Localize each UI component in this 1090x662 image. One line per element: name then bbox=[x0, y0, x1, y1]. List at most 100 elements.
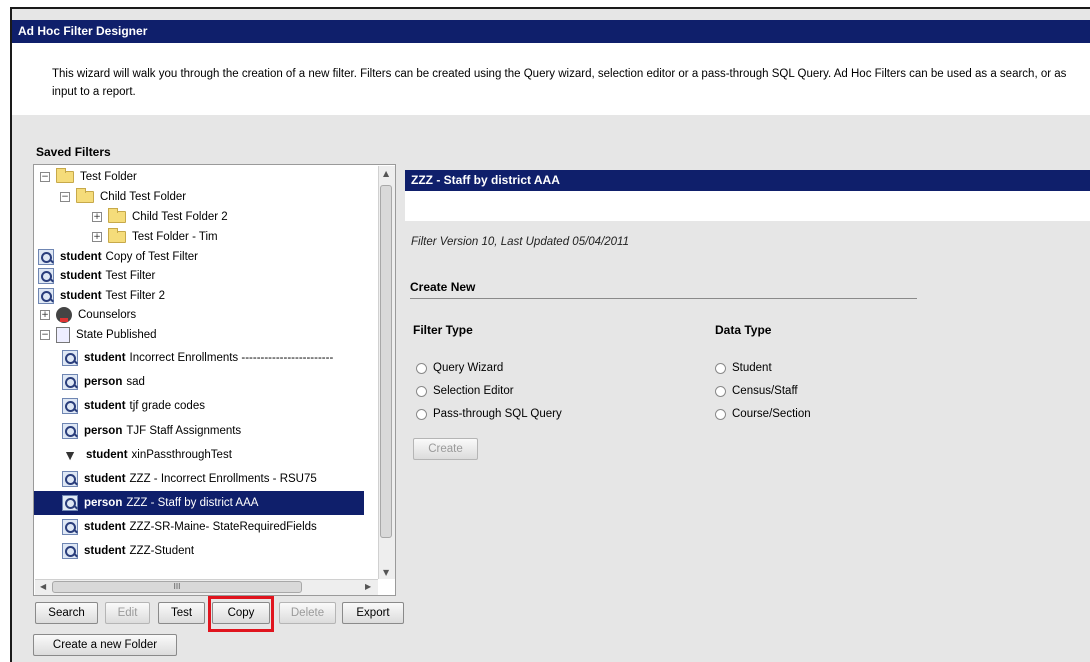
radio-button-icon[interactable] bbox=[715, 362, 726, 374]
tree-item-filter[interactable]: person sad bbox=[62, 373, 145, 391]
filter-type-prefix: student bbox=[60, 251, 102, 263]
radio-selection-editor[interactable]: Selection Editor bbox=[416, 385, 514, 397]
tree-item-filter[interactable]: student ZZZ - Incorrect Enrollments - RS… bbox=[62, 470, 317, 488]
edit-button[interactable]: Edit bbox=[105, 602, 150, 624]
app-frame: Ad Hoc Filter Designer This wizard will … bbox=[0, 0, 1090, 662]
search-button[interactable]: Search bbox=[35, 602, 98, 624]
tree-item-filter-selected[interactable]: person ZZZ - Staff by district AAA bbox=[34, 491, 364, 515]
tree-item-test-folder-tim[interactable]: + Test Folder - Tim bbox=[92, 228, 218, 246]
tree-item-label: Test Folder - Tim bbox=[132, 231, 218, 243]
tree-item-counselors[interactable]: + Counselors bbox=[40, 306, 136, 324]
tree-item-filter[interactable]: ▼ student xinPassthroughTest bbox=[62, 446, 232, 464]
filter-type-prefix: student bbox=[60, 290, 102, 302]
data-type-label: Data Type bbox=[715, 323, 772, 337]
query-filter-icon bbox=[62, 423, 78, 439]
create-button[interactable]: Create bbox=[413, 438, 478, 460]
export-button[interactable]: Export bbox=[342, 602, 404, 624]
tree-item-filter[interactable]: person TJF Staff Assignments bbox=[62, 422, 241, 440]
test-button[interactable]: Test bbox=[158, 602, 205, 624]
radio-button-icon[interactable] bbox=[715, 408, 726, 420]
create-folder-button[interactable]: Create a new Folder bbox=[33, 634, 177, 656]
folder-icon bbox=[108, 208, 126, 223]
tree-item-label: ZZZ-Student bbox=[129, 545, 195, 557]
radio-label: Query Wizard bbox=[433, 362, 504, 374]
tree-item-label: ZZZ - Incorrect Enrollments - RSU75 bbox=[129, 473, 317, 485]
tree-item-label: Child Test Folder bbox=[100, 191, 187, 203]
radio-course-section[interactable]: Course/Section bbox=[715, 408, 811, 420]
tree-item-filter[interactable]: student Test Filter bbox=[38, 267, 155, 285]
tree-item-filter[interactable]: student tjf grade codes bbox=[62, 397, 205, 415]
collapse-icon[interactable]: − bbox=[40, 330, 50, 340]
tree-item-test-folder[interactable]: − Test Folder bbox=[40, 168, 137, 186]
tree-item-label: sad bbox=[126, 376, 145, 388]
expand-icon[interactable]: + bbox=[92, 212, 102, 222]
filter-type-prefix: student bbox=[86, 449, 128, 461]
funnel-icon: ▼ bbox=[63, 447, 77, 463]
query-filter-icon bbox=[62, 374, 78, 390]
filter-detail-title: ZZZ - Staff by district AAA bbox=[405, 170, 1090, 191]
copy-button-highlight bbox=[208, 596, 274, 632]
tree-item-label: TJF Staff Assignments bbox=[126, 425, 242, 437]
expand-icon[interactable]: + bbox=[40, 310, 50, 320]
folder-icon bbox=[56, 168, 74, 183]
radio-button-icon[interactable] bbox=[416, 362, 427, 374]
query-filter-icon bbox=[62, 519, 78, 535]
tree-item-filter[interactable]: student Copy of Test Filter bbox=[38, 248, 198, 266]
query-filter-icon bbox=[38, 268, 54, 284]
filter-type-prefix: person bbox=[84, 425, 123, 437]
scroll-right-icon[interactable]: ▶ bbox=[365, 582, 371, 591]
folder-icon bbox=[108, 228, 126, 243]
tree-item-filter[interactable]: student ZZZ-SR-Maine- StateRequiredField… bbox=[62, 518, 317, 536]
radio-button-icon[interactable] bbox=[715, 385, 726, 397]
folder-icon bbox=[76, 188, 94, 203]
tree-item-child-test-folder-2[interactable]: + Child Test Folder 2 bbox=[92, 208, 228, 226]
radio-census-staff[interactable]: Census/Staff bbox=[715, 385, 798, 397]
radio-label: Census/Staff bbox=[732, 385, 798, 397]
tree-item-label: Counselors bbox=[78, 309, 137, 321]
tree-horizontal-scroll-thumb[interactable]: III bbox=[52, 581, 302, 593]
query-filter-icon bbox=[38, 288, 54, 304]
filter-type-prefix: person bbox=[84, 497, 123, 509]
saved-filters-label: Saved Filters bbox=[36, 145, 111, 159]
radio-query-wizard[interactable]: Query Wizard bbox=[416, 362, 503, 374]
tree-item-label: xinPassthroughTest bbox=[131, 449, 232, 461]
delete-button[interactable]: Delete bbox=[279, 602, 336, 624]
radio-label: Student bbox=[732, 362, 772, 374]
tree-item-filter[interactable]: student Incorrect Enrollments ----------… bbox=[62, 349, 333, 367]
scroll-down-icon[interactable]: ▼ bbox=[383, 568, 389, 577]
tree-item-state-published[interactable]: − State Published bbox=[40, 326, 157, 344]
collapse-icon[interactable]: − bbox=[40, 172, 50, 182]
filter-type-prefix: student bbox=[60, 270, 102, 282]
collapse-icon[interactable]: − bbox=[60, 192, 70, 202]
radio-label: Course/Section bbox=[732, 408, 811, 420]
query-filter-icon bbox=[62, 350, 78, 366]
tree-vertical-scroll-thumb[interactable] bbox=[380, 185, 392, 538]
expand-icon[interactable]: + bbox=[92, 232, 102, 242]
radio-student[interactable]: Student bbox=[715, 362, 772, 374]
tree-item-child-test-folder[interactable]: − Child Test Folder bbox=[60, 188, 186, 206]
tree-item-label: ZZZ - Staff by district AAA bbox=[126, 497, 259, 509]
tree-item-label: Test Folder bbox=[80, 171, 137, 183]
radio-button-icon[interactable] bbox=[416, 408, 427, 420]
query-filter-icon bbox=[62, 543, 78, 559]
counselors-group-icon bbox=[56, 307, 72, 323]
saved-filters-tree[interactable]: − Test Folder − Child Test Folder + Chil… bbox=[33, 164, 396, 596]
tree-item-label: Test Filter 2 bbox=[105, 290, 165, 302]
scroll-left-icon[interactable]: ◀ bbox=[40, 582, 46, 591]
scroll-up-icon[interactable]: ▲ bbox=[383, 169, 389, 178]
filter-type-label: Filter Type bbox=[413, 323, 473, 337]
intro-panel: This wizard will walk you through the cr… bbox=[12, 43, 1090, 115]
radio-button-icon[interactable] bbox=[416, 385, 427, 397]
tree-item-label: Test Filter bbox=[105, 270, 156, 282]
tree-item-label: Copy of Test Filter bbox=[105, 251, 198, 263]
radio-passthrough-sql[interactable]: Pass-through SQL Query bbox=[416, 408, 562, 420]
state-published-icon bbox=[56, 327, 70, 343]
filter-type-prefix: student bbox=[84, 545, 126, 557]
filter-type-prefix: student bbox=[84, 521, 126, 533]
tree-item-filter[interactable]: student ZZZ-Student bbox=[62, 542, 194, 560]
tree-item-label: tjf grade codes bbox=[129, 400, 205, 412]
filter-detail-description bbox=[405, 191, 1090, 221]
tree-item-label: Incorrect Enrollments ------------------… bbox=[129, 352, 334, 364]
query-filter-icon bbox=[62, 495, 78, 511]
tree-item-filter[interactable]: student Test Filter 2 bbox=[38, 287, 165, 305]
